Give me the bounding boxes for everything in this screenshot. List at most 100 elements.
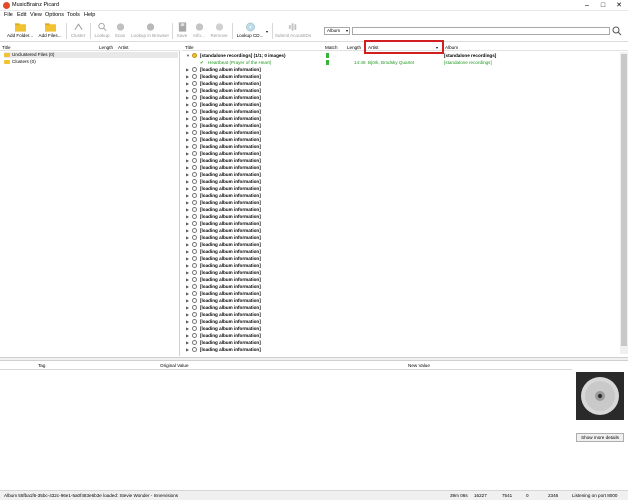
chevron-right-icon[interactable]: ▶ (186, 339, 189, 346)
loading-album-row[interactable]: ▶ [loading album information] (182, 73, 620, 80)
chevron-right-icon[interactable]: ▶ (186, 325, 189, 332)
chevron-right-icon[interactable]: ▶ (186, 297, 189, 304)
loading-album-row[interactable]: ▶ [loading album information] (182, 213, 620, 220)
search-icon[interactable] (612, 26, 622, 36)
chevron-right-icon[interactable]: ▶ (186, 129, 189, 136)
scrollbar-thumb[interactable] (621, 54, 627, 346)
loading-album-row[interactable]: ▶ [loading album information] (182, 101, 620, 108)
loading-album-row[interactable]: ▶ [loading album information] (182, 199, 620, 206)
chevron-right-icon[interactable]: ▶ (186, 248, 189, 255)
column-original-value[interactable]: Original Value (160, 362, 189, 370)
column-title[interactable]: Title (2, 44, 11, 51)
chevron-right-icon[interactable]: ▶ (186, 332, 189, 339)
column-tag[interactable]: Tag (38, 362, 45, 370)
column-title[interactable]: Title (185, 44, 194, 51)
chevron-right-icon[interactable]: ▶ (186, 192, 189, 199)
loading-album-row[interactable]: ▶ [loading album information] (182, 318, 620, 325)
loading-album-row[interactable]: ▶ [loading album information] (182, 290, 620, 297)
loading-album-row[interactable]: ▶ [loading album information] (182, 87, 620, 94)
lookup-cd-button[interactable]: Lookup CD... (234, 21, 266, 41)
chevron-right-icon[interactable]: ▶ (186, 346, 189, 353)
column-album[interactable]: Album (445, 44, 458, 51)
chevron-right-icon[interactable]: ▶ (186, 87, 189, 94)
chevron-down-icon[interactable]: ▾ (266, 29, 268, 34)
loading-album-row[interactable]: ▶ [loading album information] (182, 143, 620, 150)
chevron-right-icon[interactable]: ▶ (186, 143, 189, 150)
chevron-right-icon[interactable]: ▶ (186, 94, 189, 101)
chevron-right-icon[interactable]: ▶ (186, 290, 189, 297)
loading-album-row[interactable]: ▶ [loading album information] (182, 220, 620, 227)
loading-album-row[interactable]: ▶ [loading album information] (182, 164, 620, 171)
column-artist[interactable]: Artist (118, 44, 128, 51)
loading-album-row[interactable]: ▶ [loading album information] (182, 66, 620, 73)
pane-splitter[interactable] (0, 357, 628, 361)
loading-album-row[interactable]: ▶ [loading album information] (182, 185, 620, 192)
chevron-right-icon[interactable]: ▶ (186, 115, 189, 122)
chevron-right-icon[interactable]: ▶ (186, 199, 189, 206)
chevron-right-icon[interactable]: ▶ (186, 276, 189, 283)
chevron-right-icon[interactable]: ▶ (186, 101, 189, 108)
chevron-right-icon[interactable]: ▶ (186, 178, 189, 185)
chevron-right-icon[interactable]: ▶ (186, 80, 189, 87)
loading-album-row[interactable]: ▶ [loading album information] (182, 178, 620, 185)
chevron-right-icon[interactable]: ▶ (186, 255, 189, 262)
chevron-right-icon[interactable]: ▶ (186, 318, 189, 325)
column-length[interactable]: Length (347, 44, 361, 51)
chevron-right-icon[interactable]: ▶ (186, 262, 189, 269)
menu-view[interactable]: View (30, 12, 42, 18)
loading-album-row[interactable]: ▶ [loading album information] (182, 150, 620, 157)
track-row[interactable]: ✔ Heartbeat (Prayer of the Heart) 14:46 … (182, 59, 620, 66)
loading-album-row[interactable]: ▶ [loading album information] (182, 80, 620, 87)
cluster-button[interactable]: Cluster (68, 21, 88, 41)
loading-album-row[interactable]: ▶ [loading album information] (182, 234, 620, 241)
loading-album-row[interactable]: ▶ [loading album information] (182, 283, 620, 290)
menu-file[interactable]: File (4, 12, 13, 18)
loading-album-row[interactable]: ▶ [loading album information] (182, 339, 620, 346)
lookup-in-browser-button[interactable]: Lookup in Browser (129, 21, 171, 41)
menu-tools[interactable]: Tools (67, 12, 80, 18)
loading-album-row[interactable]: ▶ [loading album information] (182, 157, 620, 164)
loading-album-row[interactable]: ▶ [loading album information] (182, 332, 620, 339)
column-new-value[interactable]: New Value (408, 362, 430, 370)
loading-album-row[interactable]: ▶ [loading album information] (182, 276, 620, 283)
unclustered-files-item[interactable]: Unclustered Files (0) (4, 52, 178, 58)
show-more-details-button[interactable]: Show more details (576, 433, 624, 442)
chevron-right-icon[interactable]: ▶ (186, 227, 189, 234)
loading-album-row[interactable]: ▶ [loading album information] (182, 297, 620, 304)
chevron-right-icon[interactable]: ▶ (186, 108, 189, 115)
remove-button[interactable]: Remove (208, 21, 230, 41)
loading-album-row[interactable]: ▶ [loading album information] (182, 94, 620, 101)
menu-options[interactable]: Options (45, 12, 64, 18)
loading-album-row[interactable]: ▶ [loading album information] (182, 269, 620, 276)
loading-album-row[interactable]: ▶ [loading album information] (182, 248, 620, 255)
chevron-right-icon[interactable]: ▶ (186, 234, 189, 241)
info-button[interactable]: Info... (191, 21, 207, 41)
loading-album-row[interactable]: ▶ [loading album information] (182, 122, 620, 129)
chevron-right-icon[interactable]: ▶ (186, 150, 189, 157)
loading-album-row[interactable]: ▶ [loading album information] (182, 192, 620, 199)
search-input[interactable] (352, 27, 610, 35)
cover-art-image[interactable] (576, 372, 624, 420)
minimize-button[interactable]: – (580, 0, 594, 11)
loading-album-row[interactable]: ▶ [loading album information] (182, 255, 620, 262)
chevron-right-icon[interactable]: ▶ (186, 136, 189, 143)
chevron-right-icon[interactable]: ▶ (186, 157, 189, 164)
close-button[interactable]: ✕ (612, 0, 626, 11)
submit-acoustids-button[interactable]: Submit AcoustIDs (274, 21, 312, 41)
loading-album-row[interactable]: ▶ [loading album information] (182, 346, 620, 353)
chevron-right-icon[interactable]: ▶ (186, 241, 189, 248)
loading-album-row[interactable]: ▶ [loading album information] (182, 108, 620, 115)
menu-help[interactable]: Help (84, 12, 95, 18)
add-files-button[interactable]: Add Files... (36, 21, 64, 41)
menu-edit[interactable]: Edit (17, 12, 26, 18)
chevron-down-icon[interactable]: ▼ (186, 52, 190, 59)
chevron-right-icon[interactable]: ▶ (186, 311, 189, 318)
chevron-right-icon[interactable]: ▶ (186, 269, 189, 276)
loading-album-row[interactable]: ▶ [loading album information] (182, 227, 620, 234)
scan-button[interactable]: Scan (112, 21, 128, 41)
add-folder-button[interactable]: Add Folder... (5, 21, 35, 41)
column-match[interactable]: Match (325, 44, 338, 51)
chevron-right-icon[interactable]: ▶ (186, 213, 189, 220)
loading-album-row[interactable]: ▶ [loading album information] (182, 304, 620, 311)
chevron-right-icon[interactable]: ▶ (186, 220, 189, 227)
